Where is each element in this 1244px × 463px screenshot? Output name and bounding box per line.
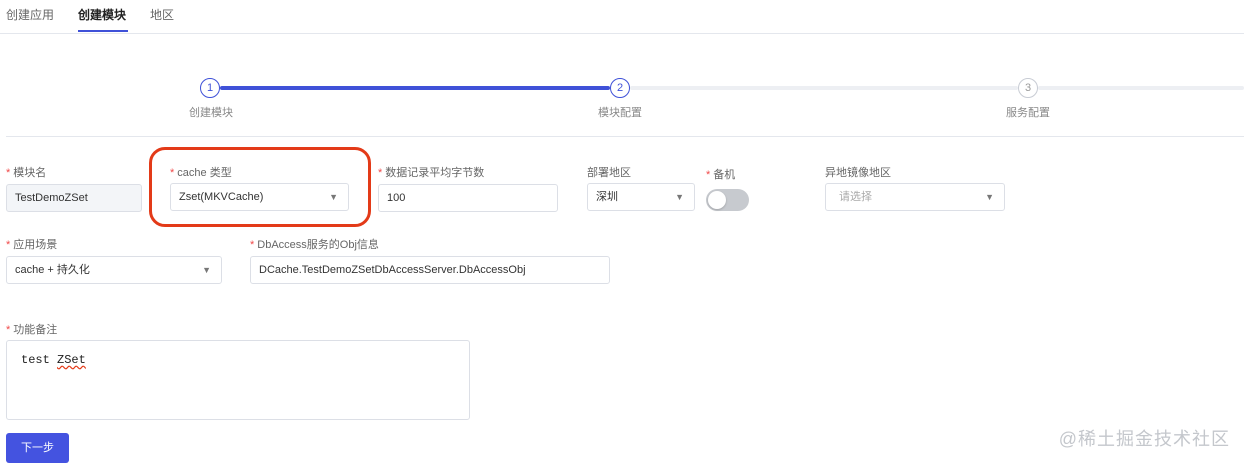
avg-bytes-input[interactable]: 100	[378, 184, 558, 212]
mirror-region-label: 异地镜像地区	[825, 167, 891, 179]
module-name-input[interactable]: TestDemoZSet	[6, 184, 142, 212]
deploy-region-select[interactable]: 深圳 ▼	[587, 183, 695, 211]
deploy-region-label: 部署地区	[587, 167, 631, 179]
chevron-down-icon: ▼	[202, 265, 211, 275]
remark-textarea[interactable]: test ZSet	[6, 340, 470, 420]
chevron-down-icon: ▼	[985, 192, 994, 202]
tab-region[interactable]: 地区	[150, 6, 174, 23]
highlight-annotation	[149, 147, 371, 227]
step-2-circle: 2	[610, 78, 630, 98]
scenario-label: * 应用场景	[6, 239, 58, 251]
mirror-region-select[interactable]: 请选择 ▼	[825, 183, 1005, 211]
active-tab-indicator	[78, 30, 128, 32]
step-2-label: 模块配置	[598, 107, 642, 119]
chevron-down-icon: ▼	[675, 192, 684, 202]
step-1-label: 创建模块	[189, 107, 233, 119]
backup-label: * 备机	[706, 169, 736, 181]
step-3-circle: 3	[1018, 78, 1038, 98]
remark-label: * 功能备注	[6, 324, 58, 336]
step-3-label: 服务配置	[1006, 107, 1050, 119]
scenario-select[interactable]: cache + 持久化 ▼	[6, 256, 222, 284]
tab-create-app[interactable]: 创建应用	[6, 6, 54, 23]
step-progress-remaining-1	[630, 86, 1018, 90]
toggle-knob	[708, 191, 726, 209]
dbaccess-obj-label: * DbAccess服务的Obj信息	[250, 239, 379, 251]
step-1-circle: 1	[200, 78, 220, 98]
tab-create-module[interactable]: 创建模块	[78, 6, 126, 23]
tab-bar: 创建应用 创建模块 地区	[0, 0, 1244, 34]
step-progress-remaining-2	[1038, 86, 1244, 90]
next-step-button[interactable]: 下一步	[6, 433, 69, 463]
dbaccess-obj-input[interactable]: DCache.TestDemoZSetDbAccessServer.DbAcce…	[250, 256, 610, 284]
module-name-label: * 模块名	[6, 167, 47, 179]
step-progress-completed	[220, 86, 610, 90]
section-divider	[6, 136, 1244, 137]
watermark: @稀土掘金技术社区	[1058, 429, 1230, 449]
spellcheck-flagged-word: ZSet	[57, 353, 86, 367]
avg-bytes-label: * 数据记录平均字节数	[378, 167, 485, 179]
backup-toggle[interactable]	[706, 189, 749, 211]
